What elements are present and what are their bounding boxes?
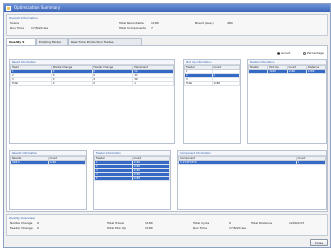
table-cell: Total bbox=[10, 81, 52, 86]
close-button[interactable]: Close bbox=[310, 239, 328, 246]
view-option-percentage[interactable]: Percentage bbox=[303, 51, 324, 55]
title-bar: Optimization Summary bbox=[4, 4, 330, 12]
table-row[interactable]: 5 1180 bbox=[94, 176, 170, 181]
table-cell: 1180 bbox=[286, 69, 307, 74]
feeder-change-label: Feeder Change bbox=[10, 226, 33, 230]
overall-information-section: Overall Information Scene Run Time 17/8/… bbox=[6, 14, 328, 36]
total-recordable-label: Total Recordable bbox=[119, 21, 144, 25]
table-cell: G68.0 bbox=[10, 160, 49, 165]
total-components-value: 7 bbox=[151, 26, 153, 30]
total-travel-label: Total Travel bbox=[107, 221, 124, 225]
grouit-radio[interactable] bbox=[277, 51, 280, 55]
table-row[interactable]: G68.0 1180 bbox=[10, 160, 86, 165]
board-value: 480 bbox=[227, 21, 233, 25]
tab-real-time-production-trades[interactable]: Real Time Production Trades bbox=[68, 38, 142, 45]
result-information-panel: Result Information Head Nozzle Change Fe… bbox=[9, 59, 175, 144]
result-information-table: Head Nozzle Change Feeder Change Placeme… bbox=[10, 65, 174, 86]
table-cell: 1180 bbox=[211, 81, 240, 86]
table-cell: Total bbox=[184, 81, 213, 86]
quality-run-time-value: 17/8/20 ele bbox=[229, 226, 247, 230]
nozzle-information-table: Nozzle Pick Up Count Distance 1180 1180 … bbox=[247, 65, 327, 74]
table-cell: C-ST-RF0350 bbox=[178, 160, 297, 165]
component-information-table: Component Count C-ST-RF0350 1 bbox=[178, 156, 327, 165]
board-label: Board (Ave.) bbox=[195, 21, 214, 25]
table-cell: 0 bbox=[50, 81, 93, 86]
window-title: Optimization Summary bbox=[14, 5, 61, 10]
percentage-radio[interactable] bbox=[303, 51, 306, 55]
feeder-change-value: 0 bbox=[37, 226, 39, 230]
total-pick-up-value: 1180 bbox=[145, 226, 153, 230]
table-row[interactable]: Total 1180 bbox=[184, 81, 240, 86]
scene-label: Scene bbox=[10, 21, 20, 25]
app-icon bbox=[6, 5, 11, 11]
total-cycle-value: 0 bbox=[229, 221, 231, 225]
percentage-label: Percentage bbox=[307, 51, 324, 55]
table-cell: 1180 bbox=[131, 176, 170, 181]
total-pick-up-label: Total Pick Up bbox=[107, 226, 126, 230]
table-cell: 1 bbox=[295, 160, 327, 165]
pick-up-information-table: Feeder Count 1 2 1 3 Total 1180 bbox=[184, 65, 240, 86]
feeder-information-table: Feeder Count 1 1180 2 1180 3 1180 4 1180… bbox=[94, 156, 170, 181]
tab-content: Grouit Percentage Result Information Hea… bbox=[6, 45, 328, 212]
nozzle-change-value: 0 bbox=[37, 221, 39, 225]
results-information-table: Results Count G68.0 1180 bbox=[10, 156, 86, 165]
total-travel-value: 1180 bbox=[145, 221, 153, 225]
run-time-value: 17/8/20 ele bbox=[31, 26, 49, 30]
table-cell: 5 bbox=[94, 176, 133, 181]
quality-overview-section: Quality Overview Nozzle Change 0 Feeder … bbox=[6, 214, 328, 236]
table-row[interactable]: 1180 1180 1180 bbox=[247, 69, 327, 74]
quality-run-time-label: Run Time bbox=[193, 226, 208, 230]
table-row[interactable]: C-ST-RF0350 1 bbox=[178, 160, 327, 165]
overall-information-title: Overall Information bbox=[9, 16, 39, 20]
nozzle-change-label: Nozzle Change bbox=[10, 221, 33, 225]
component-information-panel: Component Information Component Count C-… bbox=[177, 150, 327, 210]
run-time-label: Run Time bbox=[10, 26, 25, 30]
table-cell: 1180 bbox=[267, 69, 288, 74]
total-recordable-value: 1180 bbox=[151, 21, 159, 25]
feeder-information-panel: Feeder Information Feeder Count 1 1180 2… bbox=[93, 150, 171, 210]
total-components-label: Total Components bbox=[119, 26, 146, 30]
table-cell: 1 bbox=[132, 81, 174, 86]
quality-overview-title: Quality Overview bbox=[9, 216, 35, 220]
tab-existing-model[interactable]: Existing Model bbox=[36, 38, 68, 45]
total-distance-label: Total Distance bbox=[251, 221, 273, 225]
pick-up-information-panel: Pick Up Information Feeder Count 1 2 1 3 bbox=[183, 59, 241, 144]
view-option-grouit[interactable]: Grouit bbox=[277, 51, 290, 55]
total-cycle-label: Total Cycle bbox=[193, 221, 210, 225]
nozzle-information-panel: Nozzle Information Nozzle Pick Up Count … bbox=[247, 59, 327, 144]
table-cell: 1180 bbox=[305, 69, 327, 74]
table-cell bbox=[247, 69, 269, 74]
summary-window: Optimization Summary Overall Information… bbox=[3, 3, 331, 248]
grouit-label: Grouit bbox=[281, 51, 291, 55]
table-row[interactable]: Total 0 0 1 bbox=[10, 81, 174, 86]
table-cell: 0 bbox=[91, 81, 134, 86]
total-distance-value: 1200/0.07 bbox=[289, 221, 305, 225]
table-cell: 1180 bbox=[47, 160, 86, 165]
results-information-panel: Results Information Results Count G68.0 … bbox=[9, 150, 87, 210]
